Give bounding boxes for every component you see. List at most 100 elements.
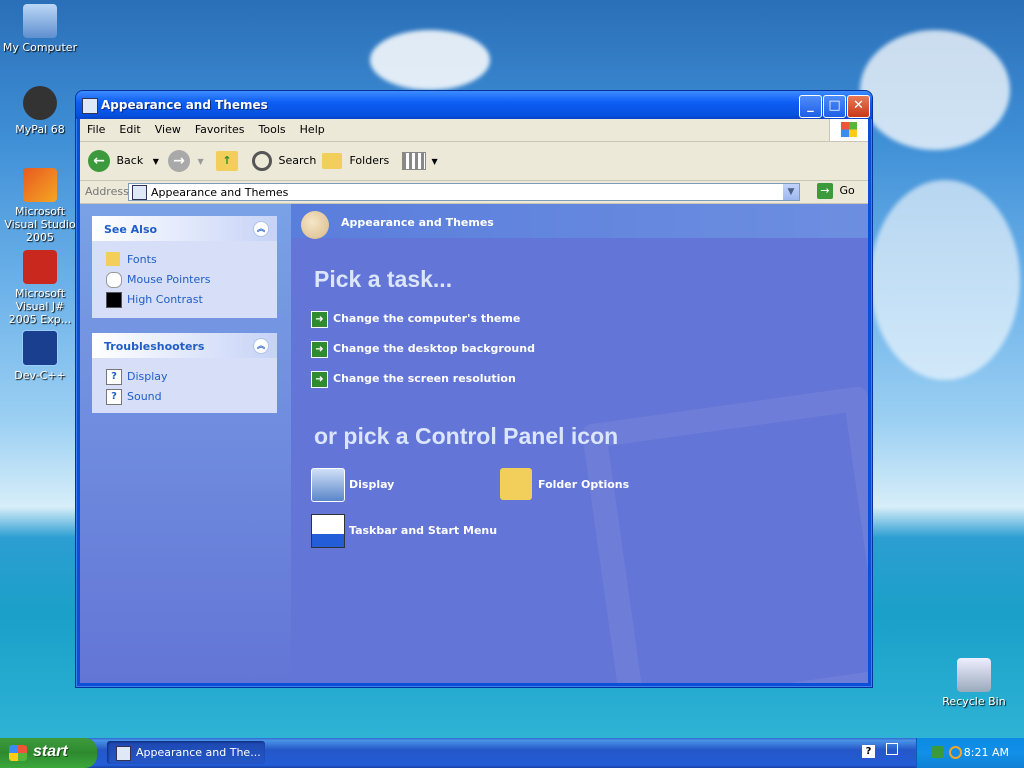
desktop-icon-label: Microsoft Visual J# 2005 Exp... <box>8 287 72 326</box>
troubleshooters-title: Troubleshooters <box>104 340 205 353</box>
cp-icon-label: Taskbar and Start Menu <box>349 524 498 537</box>
help-icon: ? <box>106 389 122 405</box>
address-bar: Address Appearance and Themes ▼ → Go <box>80 181 868 204</box>
back-button[interactable]: ← Back ▼ <box>88 149 159 173</box>
views-button[interactable]: ▼ <box>402 149 438 173</box>
start-button[interactable]: start <box>0 738 97 768</box>
search-icon <box>252 151 272 171</box>
see-also-header[interactable]: See Also ︽ <box>92 216 277 241</box>
search-icon[interactable] <box>949 746 962 759</box>
search-button[interactable]: Search <box>252 149 316 173</box>
desktop-icon-visual-jsharp[interactable]: Microsoft Visual J# 2005 Exp... <box>0 250 80 326</box>
desktop-icon-label: Microsoft Visual Studio 2005 <box>4 205 76 244</box>
link-label: Display <box>127 370 168 383</box>
jsharp-icon <box>23 250 57 284</box>
cp-icon-label: Display <box>349 478 395 491</box>
troubleshooters-header[interactable]: Troubleshooters ︽ <box>92 333 277 358</box>
go-label: Go <box>839 184 855 197</box>
explorer-window: Appearance and Themes _ □ ✕ File Edit View… <box>75 90 873 688</box>
recycle-bin-icon <box>957 658 991 692</box>
close-button[interactable]: ✕ <box>847 95 870 118</box>
address-value: Appearance and Themes <box>151 186 289 199</box>
folders-button[interactable]: Folders <box>322 149 389 173</box>
system-tray: 8:21 AM <box>916 738 1024 768</box>
menu-help[interactable]: Help <box>293 119 332 136</box>
menu-favorites[interactable]: Favorites <box>188 119 252 136</box>
troubleshooters-panel: Troubleshooters ︽ ? Display ? Sound <box>92 333 277 413</box>
desktop-icon-visual-studio[interactable]: Microsoft Visual Studio 2005 <box>0 168 80 244</box>
up-button[interactable]: ↑ <box>216 149 238 173</box>
restore-icon[interactable] <box>886 743 898 755</box>
desktop-icon-mypal[interactable]: MyPal 68 <box>0 86 80 136</box>
link-label: High Contrast <box>127 293 203 306</box>
menu-tools[interactable]: Tools <box>252 119 293 136</box>
go-arrow-icon: → <box>817 183 833 199</box>
task-label: Change the screen resolution <box>333 372 516 385</box>
taskbar-start-menu-icon <box>311 514 345 548</box>
cloud <box>370 30 490 90</box>
minimize-button[interactable]: _ <box>799 95 822 118</box>
taskbar-item-label: Appearance and The... <box>136 746 261 759</box>
task-arrow-icon: ➜ <box>311 371 328 388</box>
collapse-icon[interactable]: ︽ <box>253 338 269 354</box>
clock[interactable]: 8:21 AM <box>964 746 1009 759</box>
chevron-down-icon: ▼ <box>152 157 159 166</box>
chevron-down-icon: ▼ <box>431 157 438 166</box>
forward-button[interactable]: → ▼ <box>168 149 204 173</box>
display-icon <box>311 468 345 502</box>
troubleshooter-link-sound[interactable]: ? Sound <box>104 386 277 406</box>
title-bar[interactable]: Appearance and Themes _ □ ✕ <box>76 91 872 119</box>
control-panel-icon <box>132 185 147 200</box>
desktop-icon-my-computer[interactable]: My Computer <box>0 4 80 54</box>
back-arrow-icon: ← <box>88 150 110 172</box>
content-area: See Also ︽ Fonts Mouse Pointers High Con… <box>80 204 868 683</box>
network-icon[interactable] <box>931 746 943 758</box>
task-arrow-icon: ➜ <box>311 311 328 328</box>
visual-studio-icon <box>23 168 57 202</box>
task-arrow-icon: ➜ <box>311 341 328 358</box>
see-also-link-mouse-pointers[interactable]: Mouse Pointers <box>104 269 277 289</box>
raccoon-icon <box>23 86 57 120</box>
desktop-icon-dev-cpp[interactable]: Dev-C++ <box>0 330 80 382</box>
task-label: Change the computer's theme <box>333 312 521 325</box>
high-contrast-icon <box>106 292 122 308</box>
taskbar-item-appearance[interactable]: Appearance and The... <box>107 741 265 764</box>
see-also-link-fonts[interactable]: Fonts <box>104 249 277 269</box>
computer-icon <box>23 4 57 38</box>
help-icon[interactable]: ? <box>862 745 875 758</box>
desktop-icon-recycle-bin[interactable]: Recycle Bin <box>934 658 1014 708</box>
desktop-icon-label: MyPal 68 <box>15 123 65 136</box>
cloud <box>860 30 1010 150</box>
go-button[interactable]: → Go <box>817 183 855 199</box>
appearance-themes-icon <box>301 211 329 239</box>
back-label: Back <box>116 154 144 167</box>
menu-file[interactable]: File <box>80 119 112 136</box>
windows-logo-icon <box>829 119 868 141</box>
chevron-down-icon[interactable]: ▼ <box>783 184 799 200</box>
collapse-icon[interactable]: ︽ <box>253 221 269 237</box>
troubleshooter-link-display[interactable]: ? Display <box>104 366 277 386</box>
menu-bar: File Edit View Favorites Tools Help <box>80 119 868 142</box>
taskbar: start Appearance and The... ? 8:21 AM <box>0 738 1024 768</box>
folders-label: Folders <box>349 154 390 167</box>
menu-view[interactable]: View <box>148 119 188 136</box>
see-also-link-high-contrast[interactable]: High Contrast <box>104 289 277 309</box>
pick-task-heading: Pick a task... <box>314 266 453 292</box>
pick-icon-heading: or pick a Control Panel icon <box>314 423 619 449</box>
task-label: Change the desktop background <box>333 342 535 355</box>
see-also-panel: See Also ︽ Fonts Mouse Pointers High Con… <box>92 216 277 318</box>
link-label: Sound <box>127 390 162 403</box>
maximize-button[interactable]: □ <box>823 95 846 118</box>
fonts-folder-icon <box>106 252 120 266</box>
forward-arrow-icon: → <box>168 150 190 172</box>
task-pane: See Also ︽ Fonts Mouse Pointers High Con… <box>80 204 291 683</box>
windows-flag-icon <box>9 745 27 761</box>
see-also-title: See Also <box>104 223 158 236</box>
main-pane: Appearance and Themes Pick a task... ➜ C… <box>291 204 868 683</box>
menu-edit[interactable]: Edit <box>112 119 147 136</box>
toolbar: ← Back ▼ → ▼ ↑ Search Folders ▼ <box>80 142 868 181</box>
desktop-icon-label: Recycle Bin <box>942 695 1006 708</box>
address-input[interactable]: Appearance and Themes ▼ <box>128 183 800 201</box>
category-header: Appearance and Themes <box>291 204 868 239</box>
control-panel-icon <box>82 98 98 114</box>
